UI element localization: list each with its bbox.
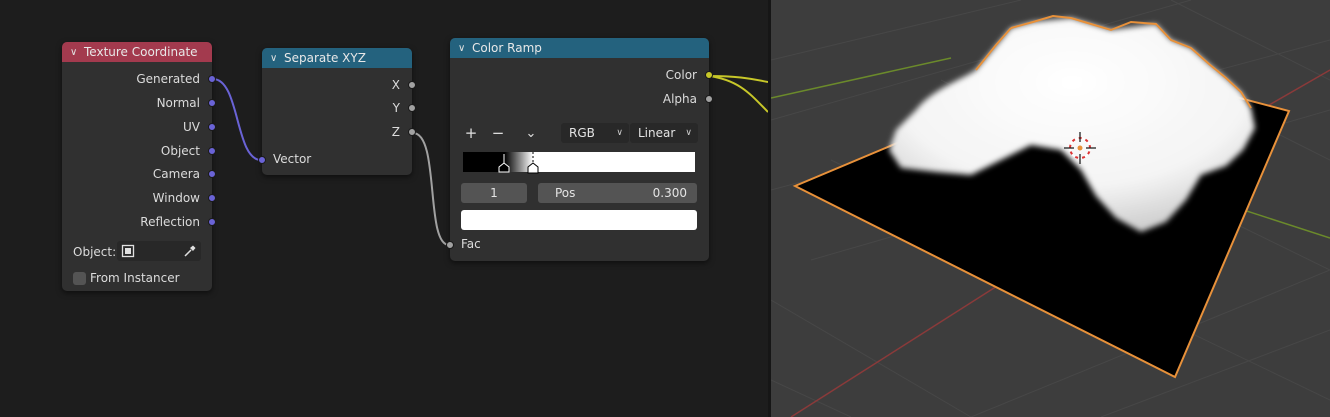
link-z-fac	[412, 132, 450, 246]
socket-x[interactable]	[408, 81, 416, 89]
socket-alpha[interactable]	[705, 95, 713, 103]
ramp-stop-markers[interactable]	[450, 146, 709, 176]
viewport-scene	[771, 0, 1330, 417]
socket-z[interactable]	[408, 128, 416, 136]
color-mode-dropdown[interactable]: RGB ∨	[561, 123, 629, 143]
socket-generated[interactable]	[208, 75, 216, 83]
chevron-down-icon[interactable]: ∨	[270, 53, 284, 64]
link-color-out	[708, 75, 768, 83]
input-vector-label: Vector	[273, 152, 312, 166]
ramp-menu-button[interactable]: ⌄	[521, 123, 541, 143]
output-alpha-label: Alpha	[662, 92, 697, 106]
stop-color-swatch[interactable]	[461, 210, 697, 230]
add-stop-button[interactable]: +	[461, 123, 481, 143]
interpolation-value: Linear	[638, 126, 676, 140]
input-fac-label: Fac	[461, 237, 481, 251]
object-icon	[121, 244, 135, 258]
object-field-label: Object:	[73, 245, 117, 259]
color-ramp-header[interactable]: ∨ Color Ramp	[450, 38, 709, 58]
node-title: Texture Coordinate	[84, 45, 198, 59]
socket-reflection[interactable]	[208, 218, 216, 226]
separate-xyz-node[interactable]: ∨ Separate XYZ X Y Z Vector	[258, 48, 416, 175]
chevron-down-icon[interactable]: ∨	[458, 43, 472, 54]
socket-color[interactable]	[705, 71, 713, 79]
chevron-down-icon[interactable]: ∨	[70, 47, 84, 58]
output-uv-label: UV	[183, 120, 200, 134]
socket-camera[interactable]	[208, 170, 216, 178]
output-reflection-label: Reflection	[140, 215, 200, 229]
from-instancer-label: From Instancer	[90, 271, 180, 285]
socket-normal[interactable]	[208, 99, 216, 107]
link-generated-vector	[212, 78, 262, 161]
pos-label: Pos	[555, 186, 576, 200]
output-z-label: Z	[391, 125, 400, 139]
remove-stop-button[interactable]: −	[488, 123, 508, 143]
active-stop-index-field[interactable]: 1	[461, 183, 527, 203]
interpolation-dropdown[interactable]: Linear ∨	[630, 123, 698, 143]
output-normal-label: Normal	[156, 96, 200, 110]
node-title: Color Ramp	[472, 41, 542, 55]
from-instancer-checkbox[interactable]	[73, 272, 86, 285]
texture-coordinate-node[interactable]: ∨ Texture Coordinate Generated Normal UV…	[62, 42, 216, 291]
output-generated-label: Generated	[136, 72, 200, 86]
output-x-label: X	[391, 78, 400, 92]
color-mode-value: RGB	[569, 126, 595, 140]
output-object-label: Object	[160, 144, 200, 158]
node-title: Separate XYZ	[284, 51, 366, 65]
socket-window[interactable]	[208, 194, 216, 202]
output-y-label: Y	[392, 101, 400, 115]
socket-fac[interactable]	[446, 241, 454, 249]
stop-index-value: 1	[490, 186, 498, 200]
socket-vector[interactable]	[258, 156, 266, 164]
node-editor[interactable]: ∨ Texture Coordinate Generated Normal UV…	[0, 0, 768, 417]
texture-coordinate-header[interactable]: ∨ Texture Coordinate	[62, 42, 212, 62]
socket-object[interactable]	[208, 147, 216, 155]
position-field[interactable]: Pos 0.300	[538, 183, 697, 203]
3d-viewport[interactable]	[771, 0, 1330, 417]
socket-y[interactable]	[408, 104, 416, 112]
pos-value: 0.300	[652, 186, 687, 200]
socket-uv[interactable]	[208, 123, 216, 131]
color-ramp-node[interactable]: ∨ Color Ramp Color Alpha + − ⌄ RGB ∨ Lin…	[446, 38, 713, 261]
y-axis-line	[771, 57, 952, 99]
output-camera-label: Camera	[152, 167, 200, 181]
chevron-down-icon: ∨	[616, 128, 623, 138]
output-color-label: Color	[665, 68, 697, 82]
link-color-out-2	[708, 75, 768, 113]
stop-marker-1	[527, 152, 539, 174]
object-picker-field[interactable]	[117, 241, 201, 261]
eyedropper-icon[interactable]	[183, 244, 197, 258]
output-window-label: Window	[152, 191, 200, 205]
separate-xyz-header[interactable]: ∨ Separate XYZ	[262, 48, 412, 68]
stop-marker-0	[498, 154, 510, 173]
chevron-down-icon: ∨	[685, 128, 692, 138]
